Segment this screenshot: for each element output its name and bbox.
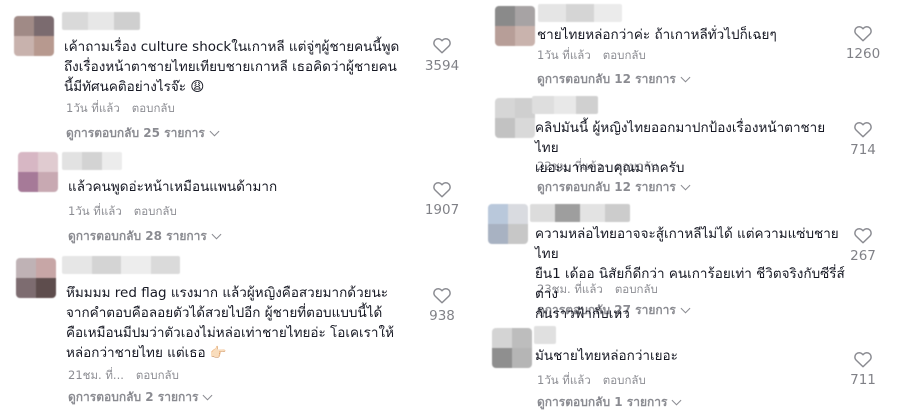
heart-icon [854,26,872,42]
right-comment-column: ชายไทยหล่อกว่าค่ะ ถ้าเกาหลีทั่วไปก็เฉยๆ … [478,0,899,416]
avatar[interactable] [488,204,528,244]
heart-icon [433,288,451,304]
reply-button[interactable]: ตอบกลับ [132,101,175,115]
chevron-down-icon [211,229,222,240]
like-button[interactable]: 938 [412,286,472,324]
comment-time: 1วัน ที่แล้ว [66,101,120,115]
reply-button[interactable]: ตอบกลับ [615,282,658,296]
heart-icon [854,228,872,244]
view-replies-label: ดูการตอบกลับ 12 รายการ [537,180,676,194]
like-button[interactable]: 711 [833,350,893,388]
comment-time: 23ชม. ที่แล้ว [537,282,603,296]
avatar[interactable] [18,152,58,192]
heart-icon [854,122,872,138]
reply-button[interactable]: ตอบกลับ [134,204,177,218]
chevron-down-icon [209,126,220,137]
view-replies-label: ดูการตอบกลับ 12 รายการ [537,72,676,86]
like-button[interactable]: 714 [833,120,893,158]
username-blurred[interactable] [62,152,122,170]
view-replies-button[interactable]: ดูการตอบกลับ 12 รายการ [537,178,691,197]
like-count: 1907 [424,202,460,218]
heart-icon [433,38,451,54]
avatar[interactable] [495,6,535,46]
like-button[interactable]: 1907 [412,180,472,218]
comment-item: หึมมมม red flag แรงมาก แล้วผู้หญิงคือสวย… [0,254,470,414]
view-replies-button[interactable]: ดูการตอบกลับ 25 รายการ [66,124,220,143]
comment-meta: 22ชม. ที่แล้ว ตอบกลับ [537,158,658,176]
reply-button[interactable]: ตอบกลับ [603,373,646,387]
heart-icon [854,352,872,368]
comment-time: 22ชม. ที่แล้ว [537,159,603,173]
like-count: 938 [429,308,455,324]
like-count: 3594 [424,58,460,74]
comment-meta: 21ชม. ที่... ตอบกลับ [68,367,179,385]
comment-meta: 1วัน ที่แล้ว ตอบกลับ [537,372,646,390]
avatar[interactable] [14,16,54,56]
view-replies-button[interactable]: ดูการตอบกลับ 1 รายการ [537,393,682,412]
avatar[interactable] [495,98,535,138]
like-button[interactable]: 1260 [833,24,893,62]
reply-button[interactable]: ตอบกลับ [136,368,179,382]
comment-meta: 1วัน ที่แล้ว ตอบกลับ [66,100,175,118]
username-blurred[interactable] [530,204,630,222]
view-replies-label: ดูการตอบกลับ 1 รายการ [537,395,668,409]
username-blurred[interactable] [538,4,622,22]
comment-time: 21ชม. ที่... [68,368,124,382]
chevron-down-icon [203,390,213,401]
comment-text: มันชายไทยหล่อกว่าเยอะ [535,348,678,364]
view-replies-label: ดูการตอบกลับ 25 รายการ [66,126,205,140]
comment-text: หึมมมม red flag แรงมาก แล้วผู้หญิงคือสวย… [66,285,394,361]
comment-meta: 23ชม. ที่แล้ว ตอบกลับ [537,281,658,299]
comment-time: 1วัน ที่แล้ว [68,204,122,218]
heart-icon [433,182,451,198]
comment-item: มันชายไทยหล่อกว่าเยอะ 1วัน ที่แล้ว ตอบกลั… [478,322,899,416]
reply-button[interactable]: ตอบกลับ [615,159,658,173]
comment-text: เค้าถามเรื่อง culture shockในเกาหลี แต่จ… [64,39,400,95]
comment-item: แล้วคนพูดอ่ะหน้าเหมือนแพนด้ามาก 1วัน ที่… [0,148,470,248]
username-blurred[interactable] [532,96,598,114]
like-count: 711 [850,372,876,388]
reply-button[interactable]: ตอบกลับ [603,48,646,62]
chevron-down-icon [680,72,691,83]
view-replies-button[interactable]: ดูการตอบกลับ 28 รายการ [68,227,222,246]
username-blurred[interactable] [534,326,556,344]
comment-item: ชายไทยหล่อกว่าค่ะ ถ้าเกาหลีทั่วไปก็เฉยๆ … [478,0,899,88]
chevron-down-icon [680,180,691,191]
view-replies-button[interactable]: ดูการตอบกลับ 2 รายการ [68,388,213,407]
comment-text: แล้วคนพูดอ่ะหน้าเหมือนแพนด้ามาก [68,179,278,195]
like-button[interactable]: 3594 [412,36,472,74]
like-button[interactable]: 267 [833,226,893,264]
comment-meta: 1วัน ที่แล้ว ตอบกลับ [68,203,177,221]
chevron-down-icon [672,395,682,406]
like-count: 714 [850,142,876,158]
comment-item: คลิปมันนี้ ผู้หญิงไทยออกมาปกป้องเรื่องหน… [478,94,899,198]
comment-meta: 1วัน ที่แล้ว ตอบกลับ [537,47,646,65]
avatar[interactable] [492,328,532,368]
view-replies-button[interactable]: ดูการตอบกลับ 27 รายการ [537,301,691,320]
like-count: 1260 [845,46,881,62]
chevron-down-icon [680,303,691,314]
comment-item: ความหล่อไทยอาจจะสู้เกาหลีไม่ได้ แต่ความแ… [478,200,899,322]
view-replies-button[interactable]: ดูการตอบกลับ 12 รายการ [537,70,691,89]
view-replies-label: ดูการตอบกลับ 28 รายการ [68,229,207,243]
like-count: 267 [850,248,876,264]
comment-item: เค้าถามเรื่อง culture shockในเกาหลี แต่จ… [0,0,470,145]
view-replies-label: ดูการตอบกลับ 2 รายการ [68,390,199,404]
username-blurred[interactable] [62,12,140,30]
comment-time: 1วัน ที่แล้ว [537,373,591,387]
comment-time: 1วัน ที่แล้ว [537,48,591,62]
comment-text: ชายไทยหล่อกว่าค่ะ ถ้าเกาหลีทั่วไปก็เฉยๆ [537,27,777,43]
left-comment-column: เค้าถามเรื่อง culture shockในเกาหลี แต่จ… [0,0,470,416]
view-replies-label: ดูการตอบกลับ 27 รายการ [537,303,676,317]
username-blurred[interactable] [62,256,180,274]
avatar[interactable] [16,258,56,298]
